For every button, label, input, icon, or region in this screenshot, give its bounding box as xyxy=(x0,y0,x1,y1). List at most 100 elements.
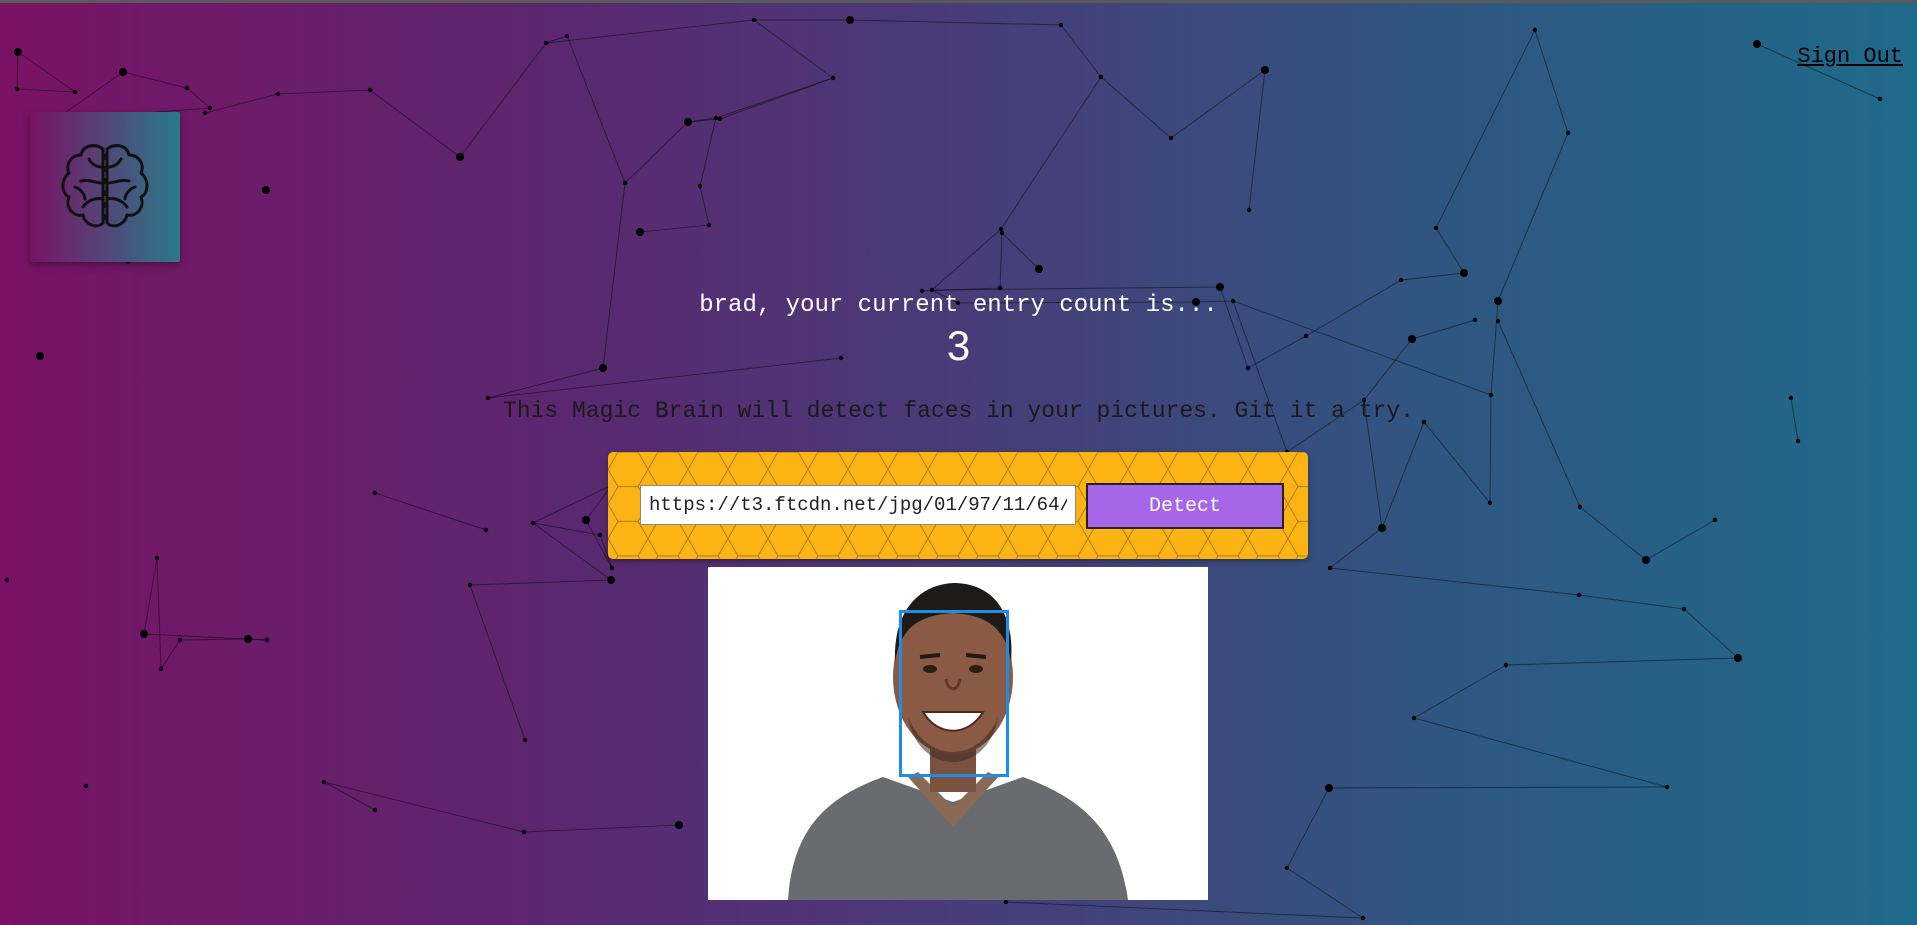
particle-dot xyxy=(684,118,692,126)
particle-link xyxy=(931,228,1002,291)
particle-dot xyxy=(622,180,628,186)
particle-dot xyxy=(244,635,252,643)
particle-link xyxy=(532,484,613,524)
particle-dot xyxy=(154,555,160,561)
particle-dot xyxy=(456,153,464,161)
particle-link xyxy=(1423,421,1491,504)
app-description: This Magic Brain will detect faces in yo… xyxy=(503,398,1414,424)
particle-dot xyxy=(1098,74,1104,80)
particle-dot xyxy=(14,48,22,56)
particle-link xyxy=(487,367,604,399)
particle-dot xyxy=(1795,438,1801,444)
entry-count-value: 3 xyxy=(946,322,971,369)
particle-link xyxy=(1248,69,1266,211)
particle-dot xyxy=(321,779,327,785)
particle-dot xyxy=(119,68,127,76)
particle-dot xyxy=(1327,565,1333,571)
face-detection-image xyxy=(708,567,1208,900)
particle-link xyxy=(204,93,279,114)
particle-dot xyxy=(262,186,270,194)
particle-dot xyxy=(1753,40,1761,48)
particle-link xyxy=(186,87,211,109)
particle-link xyxy=(1683,608,1739,659)
particle-link xyxy=(1579,506,1647,561)
particle-link xyxy=(1497,132,1569,302)
detect-button[interactable]: Detect xyxy=(1086,483,1284,529)
particle-link xyxy=(1060,24,1102,78)
particle-link xyxy=(143,557,158,635)
particle-dot xyxy=(158,666,164,672)
particle-link xyxy=(523,824,680,833)
particle-dot xyxy=(543,40,549,46)
particle-dot xyxy=(830,75,836,81)
particle-dot xyxy=(264,637,270,643)
particle-dot xyxy=(713,115,719,121)
particle-dot xyxy=(717,116,723,122)
particle-dot xyxy=(998,226,1004,232)
particle-link xyxy=(156,557,162,670)
particle-link xyxy=(566,35,626,184)
logo-card[interactable] xyxy=(30,112,180,262)
particle-dot xyxy=(72,89,78,95)
particle-dot xyxy=(1246,207,1252,213)
particle-dot xyxy=(1734,654,1742,662)
face-bounding-box xyxy=(899,610,1009,777)
particle-dot xyxy=(607,576,615,584)
particle-link xyxy=(277,89,371,95)
particle-dot xyxy=(997,285,1003,291)
sign-out-link[interactable]: Sign Out xyxy=(1797,44,1903,69)
particle-link xyxy=(1000,76,1102,230)
particle-link xyxy=(1005,901,1364,919)
particle-dot xyxy=(467,582,473,588)
particle-dot xyxy=(1058,22,1064,28)
particle-dot xyxy=(706,222,712,228)
particle-link xyxy=(999,232,1003,289)
particle-link xyxy=(532,522,601,536)
particle-dot xyxy=(697,183,703,189)
particle-link xyxy=(179,638,249,641)
particle-dot xyxy=(1460,269,1468,277)
particle-dot xyxy=(372,490,378,496)
particle-link xyxy=(699,117,717,187)
particle-link xyxy=(469,584,526,741)
particle-link xyxy=(1381,421,1425,529)
particle-dot xyxy=(1664,784,1670,790)
particle-dot xyxy=(846,16,854,24)
particle-dot xyxy=(202,110,208,116)
particle-dot xyxy=(582,516,590,524)
particle-link xyxy=(369,89,461,158)
particle-link xyxy=(532,522,612,581)
particle-dot xyxy=(1487,500,1493,506)
particle-dot xyxy=(522,737,528,743)
particle-link xyxy=(16,88,76,93)
particle-link xyxy=(1329,567,1580,596)
particle-dot xyxy=(521,829,527,835)
particle-dot xyxy=(177,637,183,643)
particle-dot xyxy=(1577,504,1583,510)
particle-dot xyxy=(1035,265,1043,273)
particle-dot xyxy=(1532,27,1538,33)
particle-link xyxy=(374,492,487,531)
particle-dot xyxy=(1411,715,1417,721)
particle-dot xyxy=(1642,556,1650,564)
particle-dot xyxy=(1360,915,1366,921)
particle-dot xyxy=(372,807,378,813)
image-url-input[interactable] xyxy=(640,485,1076,525)
particle-dot xyxy=(1284,865,1290,871)
particle-dot xyxy=(1503,662,1509,668)
particle-dot xyxy=(4,577,10,583)
particle-link xyxy=(1400,272,1465,281)
particle-dot xyxy=(609,565,615,571)
particle-dot xyxy=(530,520,536,526)
particle-link xyxy=(699,185,710,226)
particle-link xyxy=(16,51,19,90)
particle-dot xyxy=(1877,96,1883,102)
particle-dot xyxy=(1325,784,1333,792)
particle-link xyxy=(122,71,188,89)
particle-dot xyxy=(1565,130,1571,136)
particle-link xyxy=(1286,867,1364,919)
particle-link xyxy=(1435,227,1465,274)
particle-dot xyxy=(1433,225,1439,231)
particle-link xyxy=(715,77,834,119)
particle-dot xyxy=(564,33,570,39)
